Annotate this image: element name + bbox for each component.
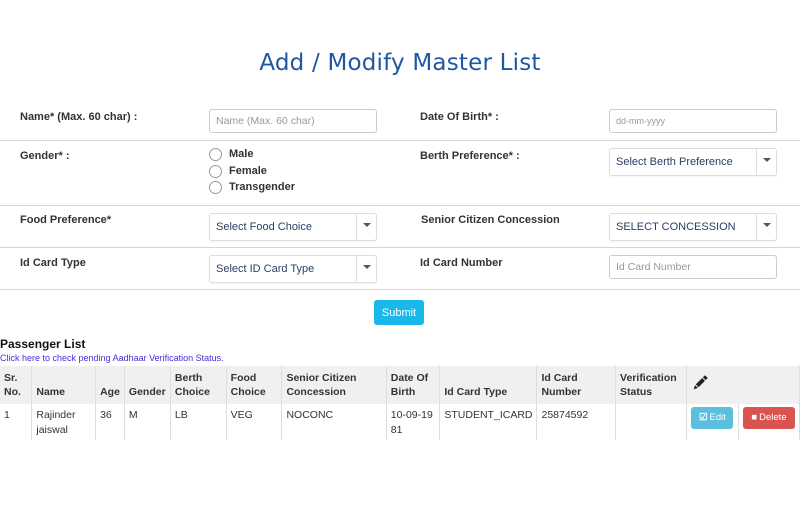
pencil-icon [693,374,708,389]
food-preference-select[interactable]: Select Food Choice [209,213,377,241]
id-card-type-select[interactable]: Select ID Card Type [209,255,377,283]
radio-circle[interactable] [209,165,222,178]
radio-circle[interactable] [209,181,222,194]
chevron-down-icon[interactable] [756,214,776,240]
form-row-idcard: Id Card Type Select ID Card Type Id Card… [0,248,800,290]
col-actions [686,366,800,404]
concession-select[interactable]: SELECT CONCESSION [609,213,777,241]
form-row-food-concession: Food Preference* Select Food Choice Seni… [0,206,800,248]
col-id-type: Id Card Type [439,366,538,404]
passenger-table: Sr. No. Name Age Gender Berth Choice Foo… [0,366,800,440]
col-sr-no: Sr. No. [0,366,33,404]
chevron-down-icon[interactable] [356,256,376,282]
col-food-choice: Food Choice [226,366,283,404]
chevron-down-icon[interactable] [756,149,776,175]
page-title: Add / Modify Master List [259,50,541,76]
col-gender: Gender [124,366,171,404]
radio-label-transgender: Transgender [229,181,296,193]
cell-gender: M [124,404,171,440]
col-dob: Date Of Birth [386,366,441,404]
cell-berth: LB [170,404,227,440]
food-selected-value: Select Food Choice [216,221,312,233]
cell-name: Rajinder jaiswal [31,404,97,440]
submit-button[interactable]: Submit [374,300,424,325]
name-label: Name* (Max. 60 char) : [20,111,138,123]
col-verification: Verification Status [615,366,687,404]
cell-edit: ☑ Edit [686,404,740,440]
edit-label: Edit [709,412,726,423]
food-label: Food Preference* [20,214,112,226]
id-type-selected-value: Select ID Card Type [216,263,315,275]
cell-id-number: 25874592 [536,404,617,440]
name-input[interactable] [209,109,377,133]
cell-sr: 1 [0,404,33,440]
col-berth-choice: Berth Choice [170,366,227,404]
gender-label: Gender* : [20,150,70,162]
delete-button[interactable]: ■ Delete [743,407,795,429]
form-row-name-dob: Name* (Max. 60 char) : Date Of Birth* : [0,100,800,141]
col-concession: Senior Citizen Concession [281,366,387,404]
col-name: Name [31,366,97,404]
id-type-label: Id Card Type [20,257,86,269]
concession-selected-value: SELECT CONCESSION [616,221,736,233]
concession-label: Senior Citizen Concession [421,214,560,226]
radio-label-male: Male [229,148,254,160]
aadhaar-status-link[interactable]: Click here to check pending Aadhaar Veri… [0,353,224,363]
cell-food: VEG [226,404,283,440]
chevron-down-icon[interactable] [356,214,376,240]
cell-verification [615,404,687,440]
passenger-list-title: Passenger List [0,337,86,351]
dob-input[interactable] [609,109,777,133]
dob-label: Date Of Birth* : [420,111,499,123]
edit-button[interactable]: ☑ Edit [691,407,734,429]
berth-selected-value: Select Berth Preference [616,156,733,168]
id-number-label: Id Card Number [420,257,503,269]
trash-icon: ■ [751,412,758,423]
edit-icon: ☑ [699,412,708,423]
id-number-input[interactable] [609,255,777,279]
col-id-number: Id Card Number [536,366,617,404]
table-header-row: Sr. No. Name Age Gender Berth Choice Foo… [0,366,800,404]
berth-preference-select[interactable]: Select Berth Preference [609,148,777,176]
cell-age: 36 [95,404,125,440]
delete-label: Delete [759,412,787,423]
col-age: Age [95,366,125,404]
cell-delete: ■ Delete [738,404,800,440]
cell-id-type: STUDENT_ICARD [439,404,538,440]
table-row: 1 Rajinder jaiswal 36 M LB VEG NOCONC 10… [0,404,800,440]
radio-circle[interactable] [209,148,222,161]
cell-concession: NOCONC [281,404,387,440]
form-row-gender-berth: Gender* : Male Female Transgender Berth … [0,141,800,206]
cell-dob: 10-09-1981 [386,404,441,440]
radio-label-female: Female [229,165,267,177]
berth-label: Berth Preference* : [420,150,520,162]
